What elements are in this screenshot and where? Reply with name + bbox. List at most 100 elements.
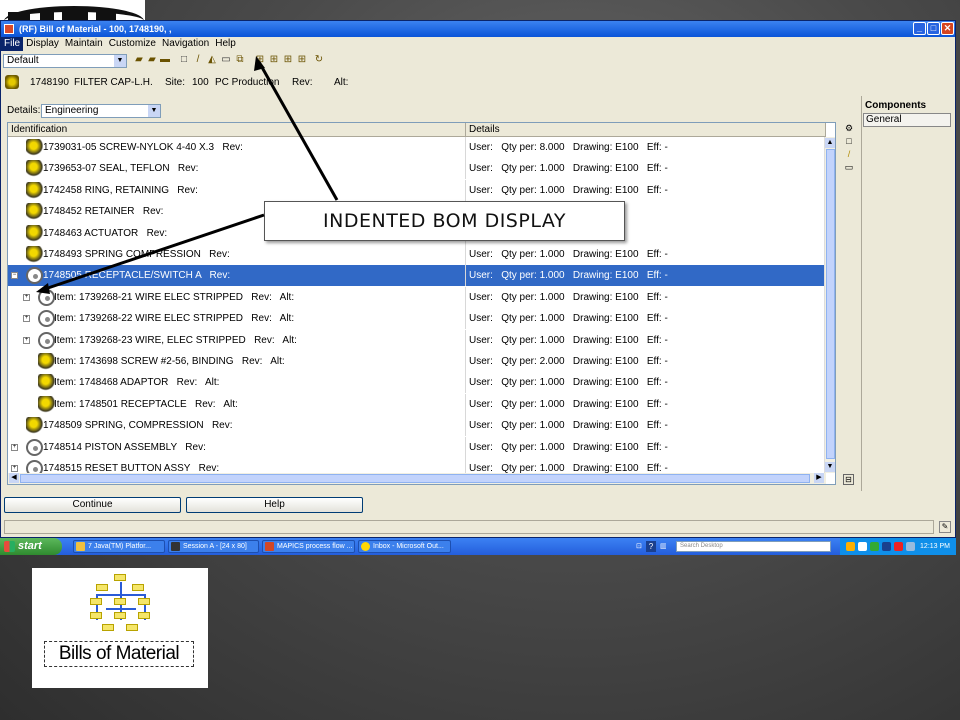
side-toolbar: ⚙ □ / ▭ <box>843 122 857 182</box>
edit-icon[interactable]: / <box>193 55 203 65</box>
horizontal-scrollbar[interactable]: ◀ ▶ <box>8 473 826 484</box>
table-row[interactable]: 1748493 SPRING COMPRESSION Rev: User: Qty… <box>8 244 826 265</box>
table-row[interactable]: − 1748505 RECEPTACLE/SWITCH A Rev: User: Q… <box>8 265 826 287</box>
panel-divider[interactable] <box>861 96 862 491</box>
delete-icon[interactable]: ▭ <box>221 55 231 65</box>
collapse-icon[interactable]: − <box>11 272 18 280</box>
maximize-button[interactable]: □ <box>927 22 940 35</box>
edit-icon[interactable]: / <box>843 148 855 160</box>
menu-navigation[interactable]: Navigation <box>159 37 212 51</box>
details-combo[interactable]: Engineering ▼ <box>41 104 161 118</box>
chevron-down-icon[interactable]: ▼ <box>114 55 126 67</box>
volume-icon[interactable] <box>870 542 879 551</box>
vertical-scrollbar[interactable]: ▲ ▼ <box>824 137 835 473</box>
task-session[interactable]: Session A - [24 x 80] <box>168 540 259 553</box>
copy-icon[interactable]: ▰ <box>147 55 157 65</box>
attach-icon[interactable]: ⧉ <box>235 55 245 65</box>
view-combo[interactable]: Default ▼ <box>3 54 127 68</box>
tab-components[interactable]: Components <box>863 99 951 113</box>
help-tray-icon[interactable]: ? <box>646 541 656 552</box>
tree-options-icon[interactable]: ⚙ <box>843 122 855 134</box>
print-icon[interactable]: ▬ <box>160 55 170 65</box>
menu-help[interactable]: Help <box>212 37 239 51</box>
scroll-left-icon[interactable]: ◀ <box>9 473 19 483</box>
part-icon <box>26 181 43 199</box>
row-details: User: Qty per: 1.000 Drawing: E100 Eff: … <box>469 420 668 432</box>
table-row[interactable]: +1748514 PISTON ASSEMBLY Rev: User: Qty p… <box>8 436 826 458</box>
task-outlook[interactable]: Inbox - Microsoft Out... <box>358 540 451 553</box>
rename-icon[interactable]: ◭ <box>207 55 217 65</box>
expand-icon[interactable]: + <box>11 465 18 472</box>
tab-general[interactable]: General <box>863 113 951 127</box>
bills-of-material-logo: Bills of Material <box>32 568 208 688</box>
scroll-up-icon[interactable]: ▲ <box>825 138 835 148</box>
single-level-icon[interactable]: ⊞ <box>297 55 307 65</box>
menu-display[interactable]: Display <box>23 37 62 51</box>
where-used-icon[interactable]: ⊞ <box>283 55 293 65</box>
scroll-right-icon[interactable]: ▶ <box>814 473 824 483</box>
desktop-search-input[interactable]: Search Desktop <box>676 541 831 552</box>
new-document-icon[interactable]: □ <box>843 135 855 147</box>
shield-icon[interactable] <box>858 542 867 551</box>
note-icon[interactable]: ▰ <box>134 55 144 65</box>
row-details: User: Qty per: 1.000 Drawing: E100 Eff: … <box>469 441 668 453</box>
chevron-down-icon[interactable]: ▼ <box>148 105 160 117</box>
part-icon <box>26 246 43 263</box>
refresh-icon[interactable]: ↻ <box>314 55 324 65</box>
column-header-identification[interactable]: Identification <box>8 123 466 137</box>
title-bar[interactable]: (RF) Bill of Material - 100, 1748190, , … <box>1 21 955 37</box>
table-row[interactable]: 1739031-05 SCREW-NYLOK 4-40 X.3 Rev: User… <box>8 137 826 158</box>
site-name: PC Production <box>215 77 280 88</box>
row-identification: Item: 1743698 SCREW #2-56, BINDING Rev: … <box>54 356 285 367</box>
start-button[interactable]: start <box>0 538 62 555</box>
network-icon[interactable] <box>846 542 855 551</box>
new-document-icon[interactable]: □ <box>179 55 189 65</box>
table-row[interactable]: + Item: 1739268-21 WIRE ELEC STRIPPED Rev… <box>8 286 826 308</box>
horizontal-scroll-thumb[interactable] <box>20 474 810 483</box>
column-separator <box>465 308 466 330</box>
status-icon[interactable]: ✎ <box>939 521 951 533</box>
task-powerpoint[interactable]: MAPICS process flow ... <box>262 540 355 553</box>
menu-file[interactable]: File <box>1 37 24 51</box>
continue-button[interactable]: Continue <box>4 497 181 513</box>
expand-icon[interactable]: + <box>23 336 30 344</box>
update-icon[interactable] <box>894 542 903 551</box>
vertical-scroll-thumb[interactable] <box>826 149 835 459</box>
row-details: User: Qty per: 1.000 Drawing: E100 Eff: … <box>469 184 668 196</box>
language-icon[interactable]: ⊡ <box>636 542 644 551</box>
help-button[interactable]: Help <box>186 497 363 513</box>
table-row[interactable]: Item: 1743698 SCREW #2-56, BINDING Rev: … <box>8 351 826 372</box>
table-row[interactable]: Item: 1748468 ADAPTOR Rev: Alt: User: Qty… <box>8 372 826 394</box>
table-row[interactable]: Item: 1748501 RECEPTACLE Rev: Alt: User: … <box>8 393 826 415</box>
table-row[interactable]: 1742458 RING, RETAINING Rev: User: Qty pe… <box>8 179 826 201</box>
antivirus-icon[interactable] <box>882 542 891 551</box>
bar-icon[interactable]: ▥ <box>660 542 670 551</box>
window-title: (RF) Bill of Material - 100, 1748190, , <box>19 24 172 34</box>
summarized-bom-icon[interactable]: ⊞ <box>269 55 279 65</box>
display-icon[interactable] <box>906 542 915 551</box>
row-identification: 1748505 RECEPTACLE/SWITCH A Rev: <box>43 270 231 282</box>
minimize-button[interactable]: _ <box>913 22 926 35</box>
row-details: User: Qty per: 1.000 Drawing: E100 Eff: … <box>469 291 668 303</box>
assembly-icon <box>38 310 55 328</box>
menu-maintain[interactable]: Maintain <box>62 37 106 51</box>
indented-bom-icon[interactable]: ⊞ <box>255 55 265 65</box>
expand-icon[interactable]: + <box>11 443 18 451</box>
expand-icon[interactable]: + <box>23 293 30 301</box>
resize-grip-icon[interactable]: ⊟ <box>843 474 854 485</box>
column-header-details[interactable]: Details <box>466 123 826 137</box>
scroll-down-icon[interactable]: ▼ <box>825 462 835 472</box>
search-icon[interactable]: ⌕ <box>820 541 831 552</box>
task-java[interactable]: 7 Java(TM) Platfor... <box>73 540 165 553</box>
row-details: User: Qty per: 2.000 Drawing: E100 Eff: … <box>469 356 668 367</box>
task-label: Inbox - Microsoft Out... <box>373 543 444 550</box>
expand-icon[interactable]: + <box>23 315 30 323</box>
close-button[interactable]: ✕ <box>941 22 954 35</box>
table-row[interactable]: 1739653-07 SEAL, TEFLON Rev: User: Qty pe… <box>8 158 826 180</box>
delete-icon[interactable]: ▭ <box>843 161 855 173</box>
table-row[interactable]: + Item: 1739268-23 WIRE, ELEC STRIPPED Re… <box>8 329 826 351</box>
table-row[interactable]: + Item: 1739268-22 WIRE ELEC STRIPPED Rev… <box>8 308 826 330</box>
table-row[interactable]: 1748509 SPRING, COMPRESSION Rev: User: Qt… <box>8 415 826 437</box>
row-details: User: Qty per: 1.000 Drawing: E100 Eff: … <box>469 249 668 260</box>
menu-customize[interactable]: Customize <box>106 37 159 51</box>
